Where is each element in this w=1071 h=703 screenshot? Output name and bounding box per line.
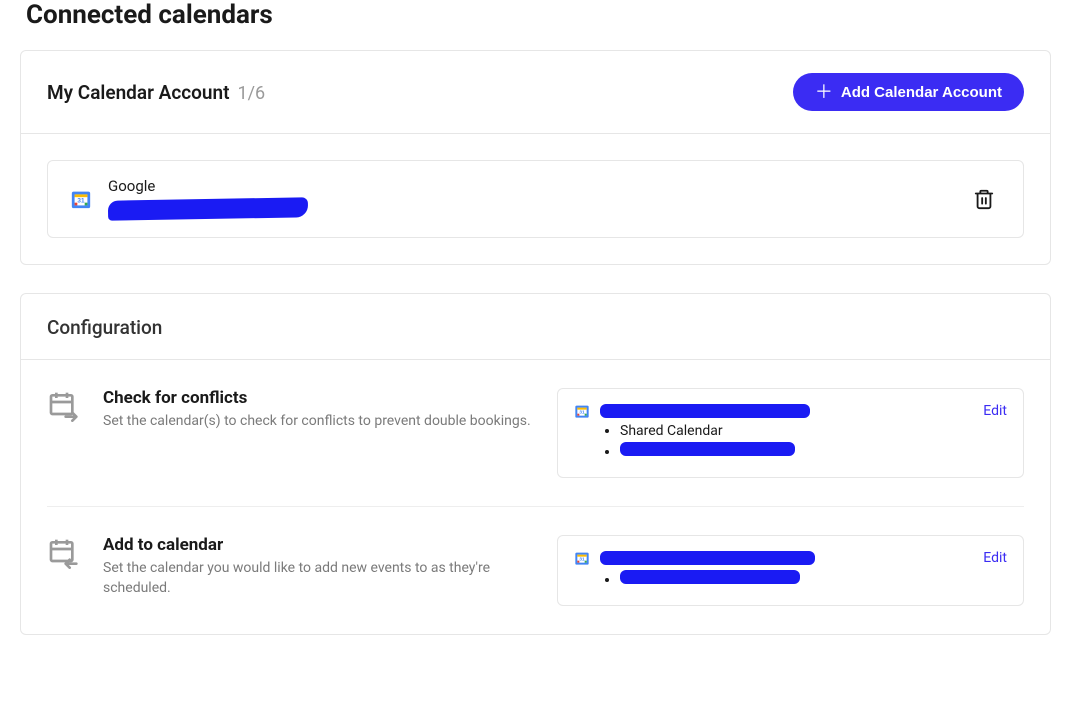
check-conflicts-description: Set the calendar(s) to check for conflic…	[103, 412, 533, 432]
calendar-add-icon	[47, 537, 79, 569]
edit-add-to-button[interactable]: Edit	[983, 550, 1007, 566]
calendar-name-redacted	[620, 442, 795, 456]
calendar-account-row: Google	[47, 160, 1024, 238]
google-calendar-icon	[574, 403, 590, 419]
calendar-provider-label: Google	[108, 177, 951, 195]
check-conflicts-title: Check for conflicts	[103, 388, 533, 408]
add-to-calendar-values: Edit	[557, 535, 1024, 606]
plus-icon: ＋	[815, 83, 833, 101]
configuration-card: Configuration Check for conflicts Set th…	[20, 293, 1051, 635]
add-to-calendar-section: Add to calendar Set the calendar you wou…	[21, 507, 1050, 634]
google-calendar-icon	[574, 550, 590, 566]
calendar-name-redacted	[600, 404, 810, 418]
configuration-title: Configuration	[21, 294, 1050, 360]
calendar-conflict-icon	[47, 390, 79, 422]
calendar-accounts-count: 1/6	[238, 83, 266, 104]
conflict-calendar-item	[620, 442, 1007, 460]
calendar-accounts-card: My Calendar Account 1/6 ＋ Add Calendar A…	[20, 50, 1051, 265]
add-calendar-account-button[interactable]: ＋ Add Calendar Account	[793, 73, 1024, 111]
add-to-calendar-description: Set the calendar you would like to add n…	[103, 559, 533, 598]
calendar-accounts-title: My Calendar Account	[47, 81, 230, 104]
calendar-accounts-header: My Calendar Account 1/6 ＋ Add Calendar A…	[21, 51, 1050, 134]
delete-account-button[interactable]	[967, 182, 1001, 216]
add-to-calendar-title: Add to calendar	[103, 535, 533, 555]
add-to-calendar-item	[620, 570, 1007, 588]
account-email-redacted	[108, 197, 308, 220]
trash-icon	[973, 188, 995, 210]
conflict-calendar-item: Shared Calendar	[620, 423, 1007, 439]
calendar-name-redacted	[600, 551, 815, 565]
google-calendar-icon	[70, 188, 92, 210]
check-conflicts-values: Edit Shared Calendar	[557, 388, 1024, 478]
page-title: Connected calendars	[26, 0, 1051, 30]
check-conflicts-section: Check for conflicts Set the calendar(s) …	[21, 360, 1050, 506]
edit-conflicts-button[interactable]: Edit	[983, 403, 1007, 419]
calendar-name-redacted	[620, 570, 800, 584]
add-calendar-account-label: Add Calendar Account	[841, 84, 1002, 101]
